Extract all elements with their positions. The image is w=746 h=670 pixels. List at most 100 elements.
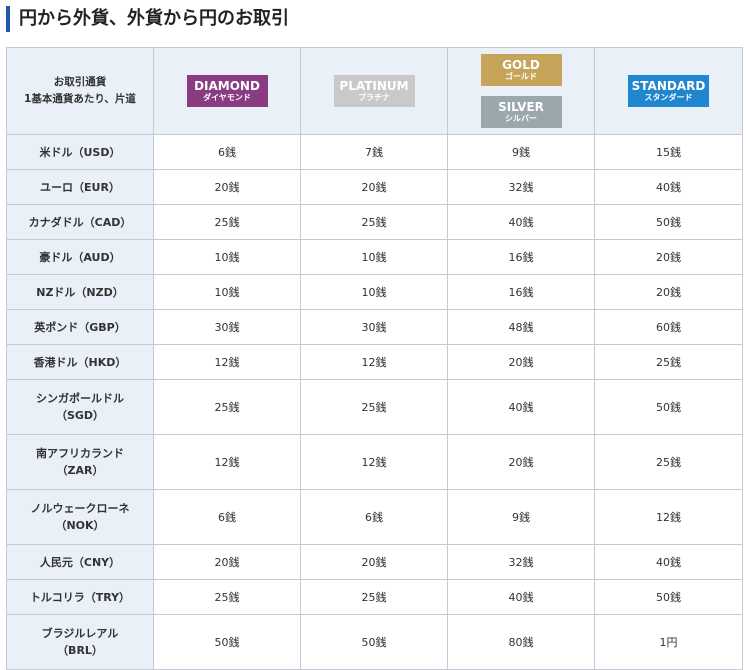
currency-label: ノルウェークローネ [30,502,130,515]
platinum-badge-sub: プラチナ [358,93,390,102]
currency-label: （NOK） [55,519,105,532]
currency-label: シンガポールドル [36,392,124,405]
gold-badge: GOLD ゴールド [480,54,562,86]
fee-cell-gold-silver: 16銭 [447,239,595,275]
currency-label: NZドル（NZD） [36,285,124,299]
currency-label: 香港ドル（HKD） [33,355,127,369]
fee-cell-platinum: 20銭 [300,169,448,205]
fee-cell-gold-silver: 40銭 [447,579,595,615]
table-row: 南アフリカランド （ZAR） 12銭 12銭 20銭 25銭 [6,434,743,490]
fee-cell-platinum: 20銭 [300,544,448,580]
fee-cell-platinum: 12銭 [300,344,448,380]
currency-label: （ZAR） [56,464,104,477]
fee-cell-diamond: 10銭 [153,274,301,310]
fee-cell-standard: 40銭 [594,544,743,580]
tier-header-gold-silver: GOLD ゴールド SILVER シルバー [447,47,595,135]
tier-header-standard: STANDARD スタンダード [594,47,743,135]
fee-cell-diamond: 30銭 [153,309,301,345]
fee-cell-platinum: 10銭 [300,239,448,275]
fee-cell-standard: 40銭 [594,169,743,205]
fee-cell-standard: 15銭 [594,134,743,170]
fee-cell-gold-silver: 20銭 [447,434,595,490]
fee-cell-gold-silver: 20銭 [447,344,595,380]
tier-header-diamond: DIAMOND ダイヤモンド [153,47,301,135]
diamond-badge-sub: ダイヤモンド [203,93,251,102]
gold-badge-label: GOLD [502,58,540,72]
table-row: ブラジルレアル （BRL） 50銭 50銭 80銭 1円 [6,614,743,670]
currency-label: 英ポンド（GBP） [34,320,126,334]
fee-cell-gold-silver: 80銭 [447,614,595,670]
gold-badge-sub: ゴールド [505,72,537,81]
table-row: トルコリラ（TRY） 25銭 25銭 40銭 50銭 [6,579,743,615]
currency-cell: ブラジルレアル （BRL） [6,614,154,670]
fee-table: お取引通貨 1基本通貨あたり、片道 DIAMOND ダイヤモンド PLATINU… [6,47,743,670]
currency-label: 米ドル（USD） [39,145,121,159]
currency-cell: シンガポールドル （SGD） [6,379,154,435]
table-row: 香港ドル（HKD） 12銭 12銭 20銭 25銭 [6,344,743,380]
fee-cell-gold-silver: 32銭 [447,169,595,205]
currency-cell: ノルウェークローネ （NOK） [6,489,154,545]
fee-cell-standard: 50銭 [594,579,743,615]
fee-cell-gold-silver: 16銭 [447,274,595,310]
currency-cell: カナダドル（CAD） [6,204,154,240]
diamond-badge-label: DIAMOND [194,79,260,93]
fee-cell-standard: 25銭 [594,434,743,490]
currency-label: ユーロ（EUR） [40,180,120,194]
fee-cell-platinum: 50銭 [300,614,448,670]
currency-label: カナダドル（CAD） [28,215,132,229]
diamond-badge: DIAMOND ダイヤモンド [186,75,268,107]
page-title: 円から外貨、外貨から円のお取引 [6,6,719,32]
fee-cell-gold-silver: 40銭 [447,379,595,435]
currency-cell: 人民元（CNY） [6,544,154,580]
fee-cell-diamond: 25銭 [153,579,301,615]
fee-cell-standard: 12銭 [594,489,743,545]
currency-label: 南アフリカランド [36,447,124,460]
platinum-badge-label: PLATINUM [339,79,409,93]
fee-cell-diamond: 20銭 [153,169,301,205]
fee-cell-standard: 60銭 [594,309,743,345]
corner-label-basis: 1基本通貨あたり、片道 [24,93,136,105]
fee-cell-platinum: 25銭 [300,204,448,240]
fee-cell-standard: 1円 [594,614,743,670]
silver-badge: SILVER シルバー [480,96,562,128]
fee-cell-platinum: 30銭 [300,309,448,345]
fee-cell-diamond: 50銭 [153,614,301,670]
currency-cell: NZドル（NZD） [6,274,154,310]
fee-cell-platinum: 10銭 [300,274,448,310]
currency-cell: 米ドル（USD） [6,134,154,170]
fee-cell-gold-silver: 40銭 [447,204,595,240]
table-row: カナダドル（CAD） 25銭 25銭 40銭 50銭 [6,204,743,240]
standard-badge: STANDARD スタンダード [628,75,709,107]
fee-cell-platinum: 25銭 [300,579,448,615]
corner-header: お取引通貨 1基本通貨あたり、片道 [6,47,154,135]
fee-cell-diamond: 20銭 [153,544,301,580]
currency-label: ブラジルレアル [41,627,119,640]
tier-header-platinum: PLATINUM プラチナ [300,47,448,135]
table-row: 人民元（CNY） 20銭 20銭 32銭 40銭 [6,544,743,580]
currency-cell: 南アフリカランド （ZAR） [6,434,154,490]
fee-cell-diamond: 25銭 [153,379,301,435]
silver-badge-sub: シルバー [505,114,537,123]
currency-cell: 英ポンド（GBP） [6,309,154,345]
fee-table-body: 米ドル（USD） 6銭 7銭 9銭 15銭 ユーロ（EUR） 20銭 20銭 32銭 40銭 カナダ… [6,134,743,670]
fee-cell-standard: 20銭 [594,274,743,310]
fee-cell-diamond: 6銭 [153,489,301,545]
currency-cell: 香港ドル（HKD） [6,344,154,380]
standard-badge-label: STANDARD [631,79,706,93]
fee-cell-gold-silver: 9銭 [447,134,595,170]
table-row: 米ドル（USD） 6銭 7銭 9銭 15銭 [6,134,743,170]
currency-label: トルコリラ（TRY） [29,590,131,604]
currency-label: （BRL） [57,644,103,657]
fee-cell-platinum: 7銭 [300,134,448,170]
currency-label: 人民元（CNY） [39,555,121,569]
currency-label: （SGD） [55,409,105,422]
table-row: シンガポールドル （SGD） 25銭 25銭 40銭 50銭 [6,379,743,435]
table-row: ノルウェークローネ （NOK） 6銭 6銭 9銭 12銭 [6,489,743,545]
fee-cell-platinum: 6銭 [300,489,448,545]
fee-cell-diamond: 25銭 [153,204,301,240]
standard-badge-sub: スタンダード [644,93,693,102]
fee-cell-gold-silver: 48銭 [447,309,595,345]
fee-cell-standard: 25銭 [594,344,743,380]
platinum-badge: PLATINUM プラチナ [333,75,415,107]
table-row: ユーロ（EUR） 20銭 20銭 32銭 40銭 [6,169,743,205]
